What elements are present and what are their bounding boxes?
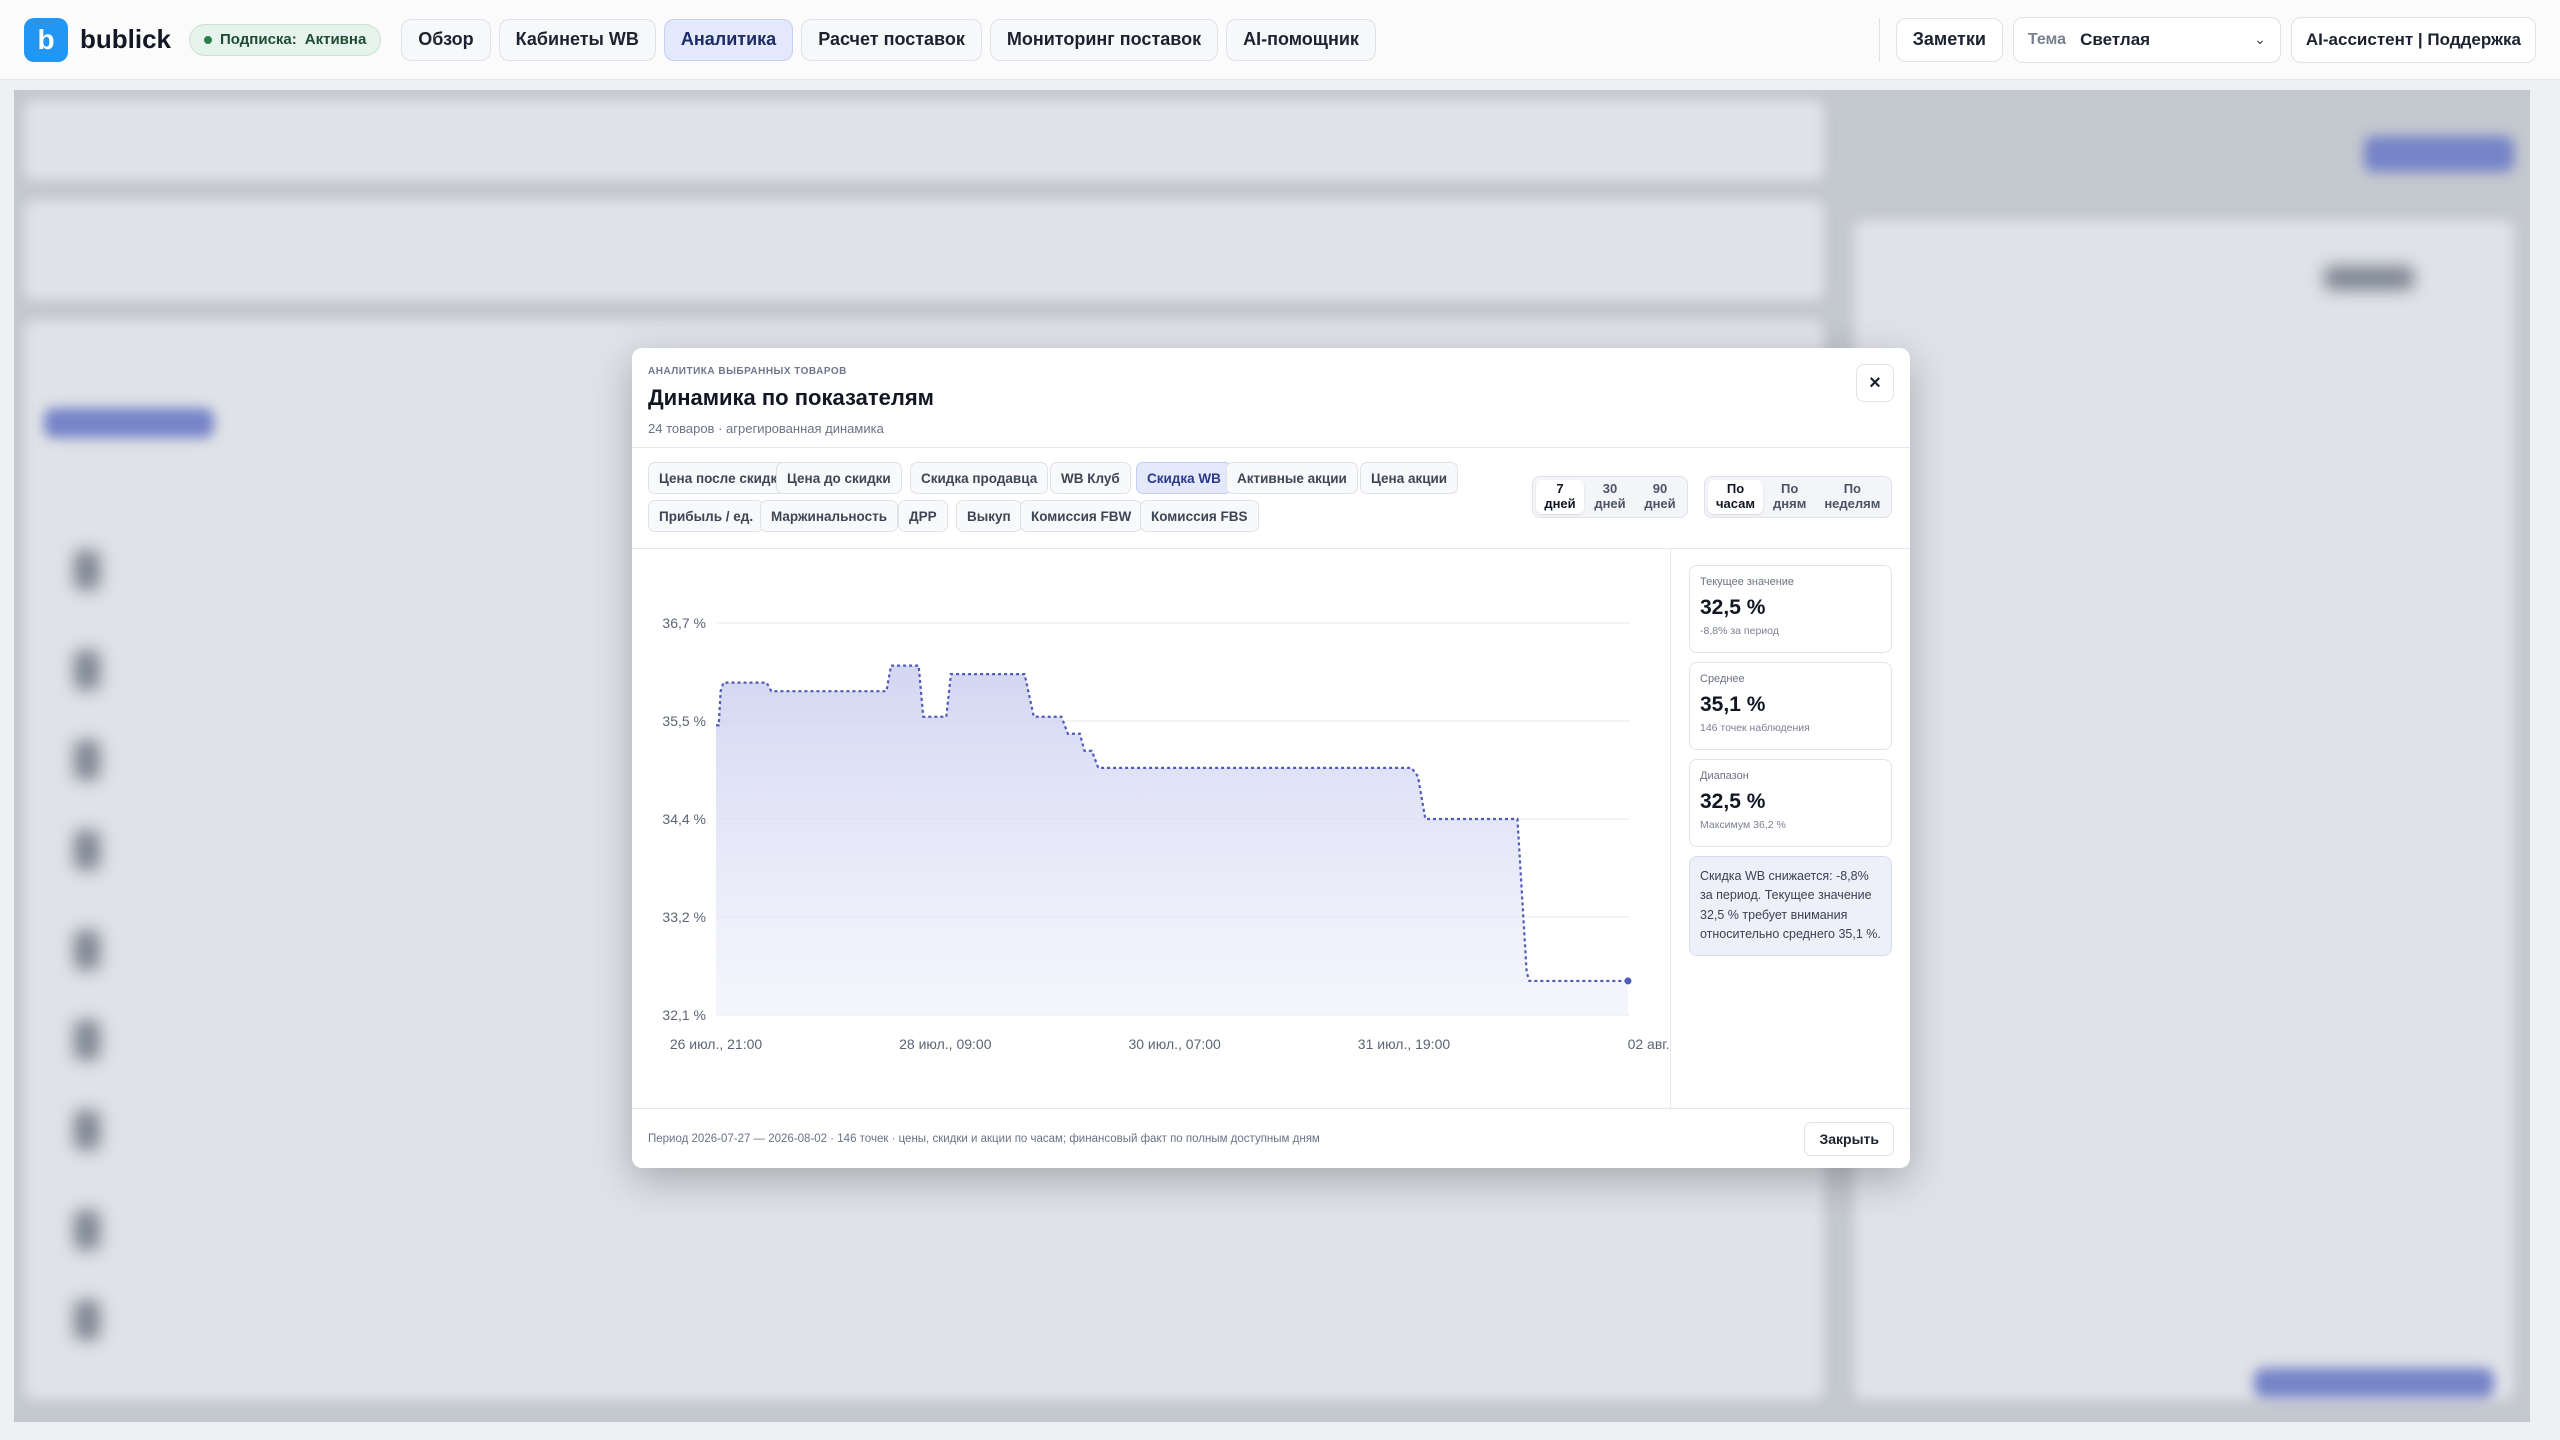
range-toggle: 7 дней 30 дней 90 дней bbox=[1532, 476, 1688, 518]
brand-name[interactable]: bublick bbox=[80, 24, 171, 55]
analytics-modal: АНАЛИТИКА ВЫБРАННЫХ ТОВАРОВ Динамика по … bbox=[632, 348, 1910, 1168]
metric-chip[interactable]: Скидка продавца bbox=[910, 462, 1049, 494]
metric-chip[interactable]: Активные акции bbox=[1226, 462, 1358, 494]
y-tick-label: 32,1 % bbox=[662, 1007, 706, 1023]
y-tick-label: 36,7 % bbox=[662, 615, 706, 631]
stat-range: Диапазон 32,5 % Максимум 36,2 % bbox=[1689, 759, 1892, 847]
metric-chip[interactable]: Комиссия FBW bbox=[1020, 500, 1143, 532]
notes-button[interactable]: Заметки bbox=[1895, 17, 2003, 62]
x-tick-label: 02 авг., 08:00 bbox=[1628, 1036, 1670, 1052]
metric-chip[interactable]: Комиссия FBS bbox=[1140, 500, 1259, 532]
y-tick-label: 34,4 % bbox=[662, 811, 706, 827]
chart-area: 36,7 % 35,5 % 34,4 % 33,2 % 32,1 % 26 июл., 2… bbox=[632, 548, 1713, 1108]
segment-option[interactable]: 7 дней bbox=[1536, 480, 1584, 514]
y-tick-label: 33,2 % bbox=[662, 909, 706, 925]
stat-value: 32,5 % bbox=[1700, 596, 1766, 619]
segment-bottom: дней bbox=[1644, 496, 1676, 511]
support-button[interactable]: AI-ассистент | Поддержка bbox=[2290, 16, 2536, 63]
nav-tab[interactable]: Обзор bbox=[401, 18, 491, 61]
nav-tab[interactable]: Расчет поставок bbox=[801, 18, 982, 61]
segment-option[interactable]: По неделям bbox=[1816, 480, 1888, 514]
metric-chip[interactable]: Цена до скидки bbox=[776, 462, 902, 494]
segment-top: 90 bbox=[1652, 481, 1668, 497]
segment-top: 30 bbox=[1602, 481, 1618, 497]
segment-top: По bbox=[1781, 481, 1799, 497]
stat-label: Диапазон bbox=[1700, 770, 1749, 782]
stat-average: Среднее 35,1 % 146 точек наблюдения bbox=[1689, 662, 1892, 750]
metric-chip[interactable]: Цена акции bbox=[1360, 462, 1459, 494]
last-point[interactable] bbox=[1624, 977, 1632, 985]
segment-top: По bbox=[1726, 481, 1745, 497]
theme-label: Тема bbox=[2027, 30, 2067, 48]
nav-tab[interactable]: AI-помощник bbox=[1226, 18, 1376, 61]
segment-bottom: дням bbox=[1773, 496, 1807, 511]
subscription-badge: Подписка: Активна bbox=[189, 23, 382, 56]
segment-top: По bbox=[1843, 481, 1861, 497]
theme-value: Светлая bbox=[2080, 29, 2151, 49]
x-tick-label: 28 июл., 09:00 bbox=[899, 1036, 992, 1052]
stat-sub: -8,8% за период bbox=[1700, 625, 1779, 637]
top-navigation: b bublick Подписка: Активна Обзор Кабинет… bbox=[0, 0, 2560, 80]
segment-bottom: дней bbox=[1544, 496, 1576, 511]
metric-chip[interactable]: Прибыль / ед. bbox=[648, 500, 765, 532]
modal-eyebrow: АНАЛИТИКА ВЫБРАННЫХ ТОВАРОВ bbox=[648, 366, 847, 377]
modal-footer: Период 2026-07-27 — 2026-08-02 · 146 точ… bbox=[632, 1108, 1910, 1168]
insight-note: Скидка WB снижается: -8,8% за период. Те… bbox=[1689, 856, 1892, 956]
segment-option[interactable]: По часам bbox=[1708, 480, 1764, 514]
x-tick-label: 31 июл., 19:00 bbox=[1358, 1036, 1451, 1052]
stat-sub: 146 точек наблюдения bbox=[1700, 722, 1810, 734]
nav-tab[interactable]: Кабинеты WB bbox=[498, 18, 656, 61]
segment-bottom: часам bbox=[1716, 496, 1756, 511]
nav-tab[interactable]: Мониторинг поставок bbox=[989, 18, 1219, 61]
x-tick-label: 26 июл., 21:00 bbox=[670, 1036, 763, 1052]
stat-label: Среднее bbox=[1700, 673, 1745, 685]
divider bbox=[1878, 17, 1880, 62]
metric-chip[interactable]: Цена после скидки bbox=[648, 462, 797, 494]
metric-chip[interactable]: Маржинальность bbox=[760, 500, 899, 532]
segment-bottom: неделям bbox=[1824, 496, 1881, 511]
y-tick-label: 35,5 % bbox=[662, 713, 706, 729]
stat-value: 35,1 % bbox=[1700, 693, 1766, 716]
metric-chip[interactable]: ДРР bbox=[898, 500, 948, 532]
segment-option[interactable]: По дням bbox=[1765, 480, 1814, 514]
theme-select[interactable]: Тема Светлая ⌄ bbox=[2012, 16, 2281, 63]
metric-chip[interactable]: Скидка WB bbox=[1136, 462, 1232, 494]
modal-title: Динамика по показателям bbox=[648, 385, 934, 410]
modal-header: АНАЛИТИКА ВЫБРАННЫХ ТОВАРОВ Динамика по … bbox=[632, 348, 1910, 448]
stat-label: Текущее значение bbox=[1700, 576, 1795, 588]
metric-chip[interactable]: WB Клуб bbox=[1050, 462, 1131, 494]
subscription-value: Активна bbox=[304, 31, 367, 48]
metric-chip[interactable]: Выкуп bbox=[956, 500, 1022, 532]
stat-sub: Максимум 36,2 % bbox=[1700, 819, 1786, 831]
subscription-label: Подписка: bbox=[220, 31, 297, 48]
segment-option[interactable]: 90 дней bbox=[1636, 480, 1684, 514]
series-area bbox=[716, 665, 1628, 1015]
modal-subtitle: 24 товаров · агрегированная динамика bbox=[648, 421, 884, 436]
segment-top: 7 bbox=[1556, 481, 1564, 497]
close-icon[interactable]: × bbox=[1856, 364, 1894, 402]
footer-info: Период 2026-07-27 — 2026-08-02 · 146 точ… bbox=[648, 1132, 1320, 1145]
segment-bottom: дней bbox=[1594, 496, 1626, 511]
x-tick-label: 30 июл., 07:00 bbox=[1128, 1036, 1221, 1052]
nav-tabs: Обзор Кабинеты WB Аналитика Расчет поставок… bbox=[381, 18, 1376, 61]
nav-tab[interactable]: Аналитика bbox=[663, 18, 794, 61]
stat-current: Текущее значение 32,5 % -8,8% за период bbox=[1689, 565, 1892, 653]
line-chart: 36,7 % 35,5 % 34,4 % 33,2 % 32,1 % 26 июл., 2… bbox=[662, 615, 1712, 1052]
stat-value: 32,5 % bbox=[1700, 790, 1766, 813]
status-dot-icon bbox=[204, 35, 213, 44]
logo-icon[interactable]: b bbox=[24, 17, 68, 62]
granularity-toggle: По часам По дням По неделям bbox=[1704, 476, 1893, 518]
close-button[interactable]: Закрыть bbox=[1804, 1121, 1894, 1156]
chevron-down-icon: ⌄ bbox=[2254, 31, 2266, 47]
segment-option[interactable]: 30 дней bbox=[1586, 480, 1634, 514]
stats-sidebar: Текущее значение 32,5 % -8,8% за период … bbox=[1670, 548, 1910, 1108]
